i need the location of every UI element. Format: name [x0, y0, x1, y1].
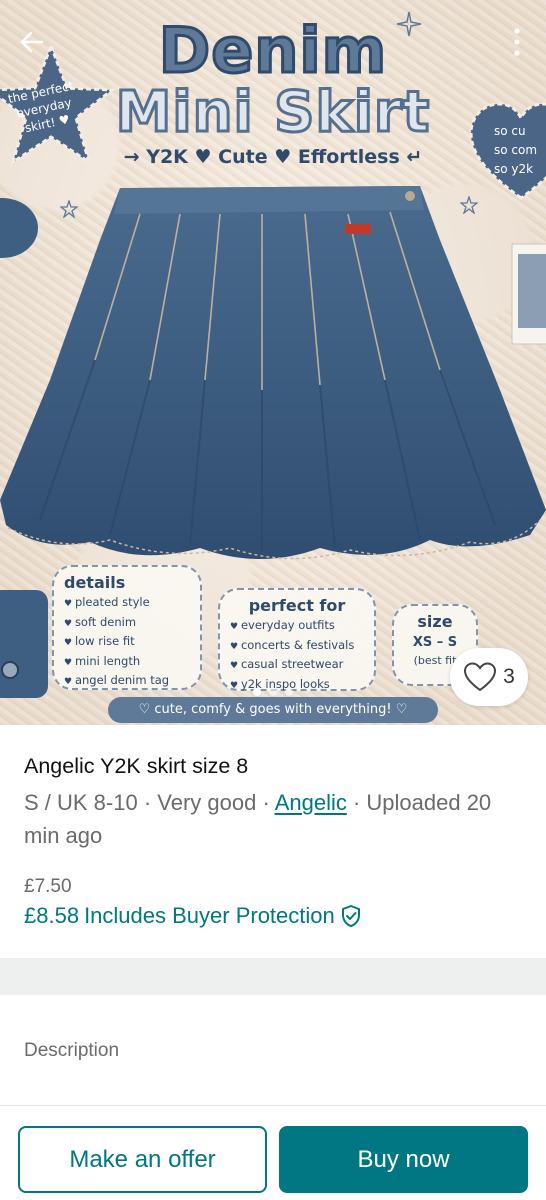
more-options-button[interactable]: [502, 22, 532, 62]
carousel-dot[interactable]: [285, 688, 293, 696]
item-photo[interactable]: Denim Mini Skirt → Y2K ♥ Cute ♥ Effortle…: [0, 0, 546, 725]
brand-link[interactable]: Angelic: [275, 790, 347, 815]
heart-badge-text: so cu so com so y2k: [494, 122, 546, 179]
heart-badge-line: so y2k: [494, 162, 534, 176]
favourite-count: 3: [503, 665, 515, 688]
details-item: mini length: [64, 653, 190, 673]
denim-bag-left: [0, 590, 48, 698]
details-item: low rise fit: [64, 633, 190, 653]
back-button[interactable]: [12, 22, 52, 62]
description-label: Description: [24, 1040, 120, 1061]
arrow-left-icon: [20, 31, 44, 53]
perfect-for-item: casual streetwear: [230, 656, 364, 676]
button-stud: [405, 191, 415, 201]
denim-skirt-image: [0, 186, 546, 560]
buyer-protection-label: Includes Buyer Protection: [84, 903, 335, 928]
buyer-protection-row[interactable]: £8.58 Includes Buyer Protection: [24, 903, 362, 929]
brand-tag: [345, 224, 371, 234]
heart-badge-line: so com: [494, 143, 538, 157]
item-title: Angelic Y2K skirt size 8: [24, 754, 249, 778]
details-heading: details: [64, 573, 126, 592]
perfect-for-item: concerts & festivals: [230, 637, 364, 657]
buy-now-button[interactable]: Buy now: [279, 1126, 528, 1193]
price-total: £8.58: [24, 903, 80, 928]
details-card: details pleated style soft denim low ris…: [52, 565, 202, 690]
perfect-for-card: perfect for everyday outfits concerts & …: [218, 588, 376, 691]
heart-badge-line: so cu: [494, 124, 526, 138]
perfect-for-item: everyday outfits: [230, 617, 364, 637]
shield-check-icon: [341, 905, 360, 927]
price-original: £7.50: [24, 876, 72, 897]
perfect-for-heading: perfect for: [248, 596, 346, 615]
divider-line: [0, 1105, 546, 1106]
details-item: soft denim: [64, 614, 190, 634]
size-heading: size: [417, 612, 453, 631]
item-meta: S / UK 8-10 · Very good · Angelic · Uplo…: [24, 786, 530, 852]
make-offer-button[interactable]: Make an offer: [18, 1126, 267, 1193]
section-divider: [0, 958, 546, 995]
photo-banner: ♡ cute, comfy & goes with everything! ♡: [108, 697, 438, 723]
heart-badge: so cu so com so y2k: [466, 98, 546, 208]
heart-outline-icon: [464, 662, 497, 692]
more-vertical-icon: [514, 28, 520, 56]
size-range: XS – S: [412, 635, 458, 650]
favourite-button[interactable]: 3: [450, 648, 528, 706]
item-meta-prefix: S / UK 8-10 · Very good ·: [24, 790, 275, 815]
carousel-dot[interactable]: [253, 688, 261, 696]
details-item: pleated style: [64, 594, 190, 614]
carousel-dot[interactable]: [269, 688, 277, 696]
